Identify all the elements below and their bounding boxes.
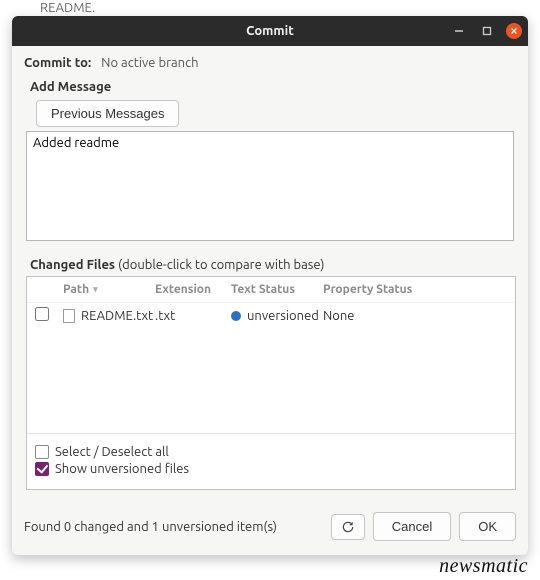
changed-files-label-strong: Changed Files: [30, 258, 115, 272]
file-property-status: None: [323, 309, 507, 323]
close-button[interactable]: [506, 23, 522, 39]
refresh-icon: [341, 520, 355, 534]
commit-to-row: Commit to: No active branch: [24, 56, 516, 70]
changed-files-panel: Path ▾ Extension Text Status Property St…: [26, 276, 516, 490]
show-unversioned-label: Show unversioned files: [55, 462, 189, 476]
column-path[interactable]: Path ▾: [63, 283, 155, 296]
dialog-footer: Found 0 changed and 1 unversioned item(s…: [12, 502, 528, 555]
select-all-label: Select / Deselect all: [55, 445, 169, 459]
file-table-body: README.txt .txt unversioned None: [27, 303, 515, 433]
file-path: README.txt: [81, 309, 153, 323]
commit-dialog: Commit Commit to: No active branch Add M…: [12, 16, 528, 555]
file-text-status: unversioned: [247, 309, 319, 323]
window-controls: [450, 16, 522, 46]
background-readme-text: README.: [40, 1, 95, 15]
commit-to-value: No active branch: [101, 56, 198, 70]
refresh-button[interactable]: [331, 514, 365, 540]
commit-to-label: Commit to:: [24, 56, 91, 70]
column-property-status[interactable]: Property Status: [323, 283, 507, 296]
minimize-button[interactable]: [450, 22, 468, 40]
changed-files-label: Changed Files (double-click to compare w…: [30, 258, 516, 272]
file-extension: .txt: [155, 309, 231, 323]
file-panel-options: Select / Deselect all Show unversioned f…: [27, 433, 515, 489]
status-text: Found 0 changed and 1 unversioned item(s…: [24, 520, 323, 534]
column-text-status[interactable]: Text Status: [231, 283, 323, 296]
titlebar[interactable]: Commit: [12, 16, 528, 46]
changed-files-label-hint: (double-click to compare with base): [115, 258, 324, 272]
cancel-button[interactable]: Cancel: [373, 512, 451, 541]
show-unversioned-checkbox[interactable]: [35, 462, 49, 476]
previous-messages-button[interactable]: Previous Messages: [36, 100, 179, 127]
column-extension[interactable]: Extension: [155, 283, 231, 296]
file-icon: [63, 309, 75, 323]
commit-message-textarea[interactable]: [26, 131, 514, 241]
add-message-label: Add Message: [30, 80, 516, 94]
column-path-label: Path: [63, 283, 89, 296]
maximize-button[interactable]: [478, 22, 496, 40]
file-table-header: Path ▾ Extension Text Status Property St…: [27, 277, 515, 303]
file-row-checkbox[interactable]: [35, 307, 49, 321]
watermark: newsmatic: [439, 555, 528, 578]
ok-button[interactable]: OK: [459, 512, 516, 541]
status-indicator-icon: [231, 311, 241, 321]
select-all-checkbox[interactable]: [35, 445, 49, 459]
window-title: Commit: [246, 24, 294, 38]
sort-indicator-icon: ▾: [93, 284, 98, 295]
table-row[interactable]: README.txt .txt unversioned None: [27, 303, 515, 328]
